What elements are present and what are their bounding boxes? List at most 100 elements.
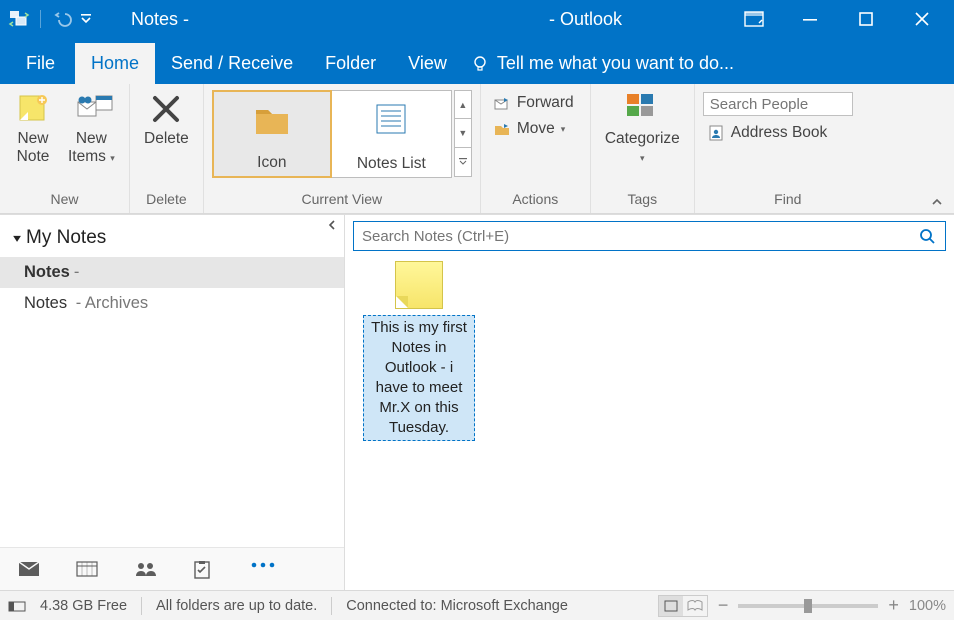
view-toggle (658, 595, 708, 617)
delete-label: Delete (144, 130, 189, 148)
new-note-button[interactable]: New Note (8, 90, 58, 168)
notes-icon-view: This is my first Notes in Outlook - i ha… (353, 251, 946, 584)
categorize-button[interactable]: Categorize ▾ (599, 90, 686, 169)
zoom-level[interactable]: 100% (909, 598, 946, 614)
ribbon-group-delete: Delete Delete (130, 84, 204, 213)
close-button[interactable] (908, 5, 936, 33)
address-book-button[interactable]: Address Book (703, 122, 873, 144)
title-bar: Notes - - Outlook (0, 0, 954, 38)
search-notes-box[interactable] (353, 221, 946, 251)
search-submit-icon[interactable] (909, 227, 945, 245)
status-bar: 4.38 GB Free All folders are up to date.… (0, 590, 954, 620)
view-notes-list-option[interactable]: Notes List (332, 90, 452, 178)
content-pane: This is my first Notes in Outlook - i ha… (345, 215, 954, 590)
people-module-icon[interactable] (134, 560, 156, 578)
nav-header[interactable]: My Notes (0, 215, 344, 257)
tab-file[interactable]: File (6, 43, 75, 84)
nav-module-switcher (0, 547, 344, 590)
address-book-icon (707, 124, 725, 142)
move-icon (493, 120, 511, 138)
nav-folder-suffix: - (74, 263, 80, 281)
view-reading-button[interactable] (683, 596, 707, 616)
categorize-icon (625, 92, 659, 120)
new-note-icon (16, 92, 50, 126)
view-gallery: Icon Notes List ▲ ▼ (212, 90, 472, 178)
note-caption: This is my first Notes in Outlook - i ha… (363, 315, 475, 441)
calendar-module-icon[interactable] (76, 560, 98, 578)
sticky-note-icon (395, 261, 443, 309)
new-items-icon (74, 92, 114, 126)
search-notes-input[interactable] (354, 228, 909, 245)
move-button[interactable]: Move ▾ (489, 118, 578, 140)
view-notes-list-label: Notes List (357, 155, 426, 173)
quick-access-toolbar (0, 8, 101, 30)
tell-me-label: Tell me what you want to do... (497, 53, 734, 74)
view-icon-option[interactable]: Icon (212, 90, 332, 178)
group-label-actions: Actions (481, 189, 590, 213)
gallery-scroll-down[interactable]: ▼ (454, 119, 472, 148)
mail-module-icon[interactable] (18, 560, 40, 578)
collapse-ribbon-icon[interactable] (930, 195, 944, 209)
search-people-input[interactable] (703, 92, 853, 116)
note-item[interactable]: This is my first Notes in Outlook - i ha… (363, 261, 475, 441)
status-folder-sync: All folders are up to date. (156, 598, 317, 614)
new-note-label: New Note (17, 130, 50, 166)
tab-folder[interactable]: Folder (309, 43, 392, 84)
new-items-label: New Items (68, 130, 107, 165)
more-modules-icon[interactable] (250, 560, 272, 578)
tell-me-search[interactable]: Tell me what you want to do... (463, 53, 742, 84)
tasks-module-icon[interactable] (192, 560, 214, 578)
status-connection: Connected to: Microsoft Exchange (346, 598, 568, 614)
group-label-tags: Tags (591, 189, 694, 213)
window-title-left: Notes - (101, 9, 189, 30)
maximize-button[interactable] (852, 5, 880, 33)
window-title-right: - Outlook (519, 9, 622, 30)
forward-button[interactable]: Forward (489, 92, 578, 114)
view-normal-button[interactable] (659, 596, 683, 616)
status-free-space: 4.38 GB Free (40, 598, 127, 614)
zoom-slider[interactable] (738, 604, 878, 608)
dropdown-caret-icon: ▾ (640, 153, 645, 163)
tab-send-receive[interactable]: Send / Receive (155, 43, 309, 84)
ribbon-display-options-icon[interactable] (740, 5, 768, 33)
ribbon-group-new: New Note New Items ▾ New (0, 84, 130, 213)
lightbulb-icon (471, 55, 489, 73)
notes-list-icon (371, 99, 411, 139)
zoom-in-button[interactable]: + (888, 595, 899, 616)
tab-home[interactable]: Home (75, 43, 155, 84)
nav-collapse-icon[interactable] (326, 219, 338, 231)
view-icon-label: Icon (257, 154, 286, 172)
nav-folder-notes-archives[interactable]: Notes - Archives (0, 288, 344, 319)
qat-send-receive-icon[interactable] (8, 8, 30, 30)
delete-button[interactable]: Delete (138, 90, 195, 150)
ribbon-group-current-view: Icon Notes List ▲ ▼ Current View (204, 84, 481, 213)
group-label-delete: Delete (130, 189, 203, 213)
disk-icon (8, 599, 26, 613)
ribbon-tabs: File Home Send / Receive Folder View Tel… (0, 38, 954, 84)
nav-folder-label: Notes (24, 294, 67, 312)
forward-label: Forward (517, 94, 574, 112)
qat-undo-icon[interactable] (51, 8, 73, 30)
group-label-current-view: Current View (204, 189, 480, 213)
group-label-new: New (0, 189, 129, 213)
qat-customize-icon[interactable] (79, 8, 93, 30)
gallery-scroll-up[interactable]: ▲ (454, 90, 472, 119)
move-label: Move (517, 120, 555, 138)
categorize-label: Categorize (605, 130, 680, 147)
zoom-out-button[interactable]: − (718, 595, 729, 616)
tab-view[interactable]: View (392, 43, 463, 84)
gallery-expand[interactable] (454, 148, 472, 177)
ribbon-group-tags: Categorize ▾ Tags (591, 84, 695, 213)
new-items-button[interactable]: New Items ▾ (62, 90, 121, 169)
nav-folder-suffix: - Archives (76, 294, 148, 312)
minimize-button[interactable] (796, 5, 824, 33)
ribbon-group-actions: Forward Move ▾ Actions (481, 84, 591, 213)
delete-icon (149, 92, 183, 126)
navigation-pane: My Notes Notes- Notes - Archives (0, 215, 345, 590)
folder-icon (252, 100, 292, 140)
dropdown-caret-icon: ▾ (561, 124, 566, 135)
dropdown-caret-icon: ▾ (110, 153, 115, 163)
nav-folder-notes[interactable]: Notes- (0, 257, 344, 288)
group-label-find: Find (695, 189, 881, 213)
ribbon: New Note New Items ▾ New Delete Delete (0, 84, 954, 214)
